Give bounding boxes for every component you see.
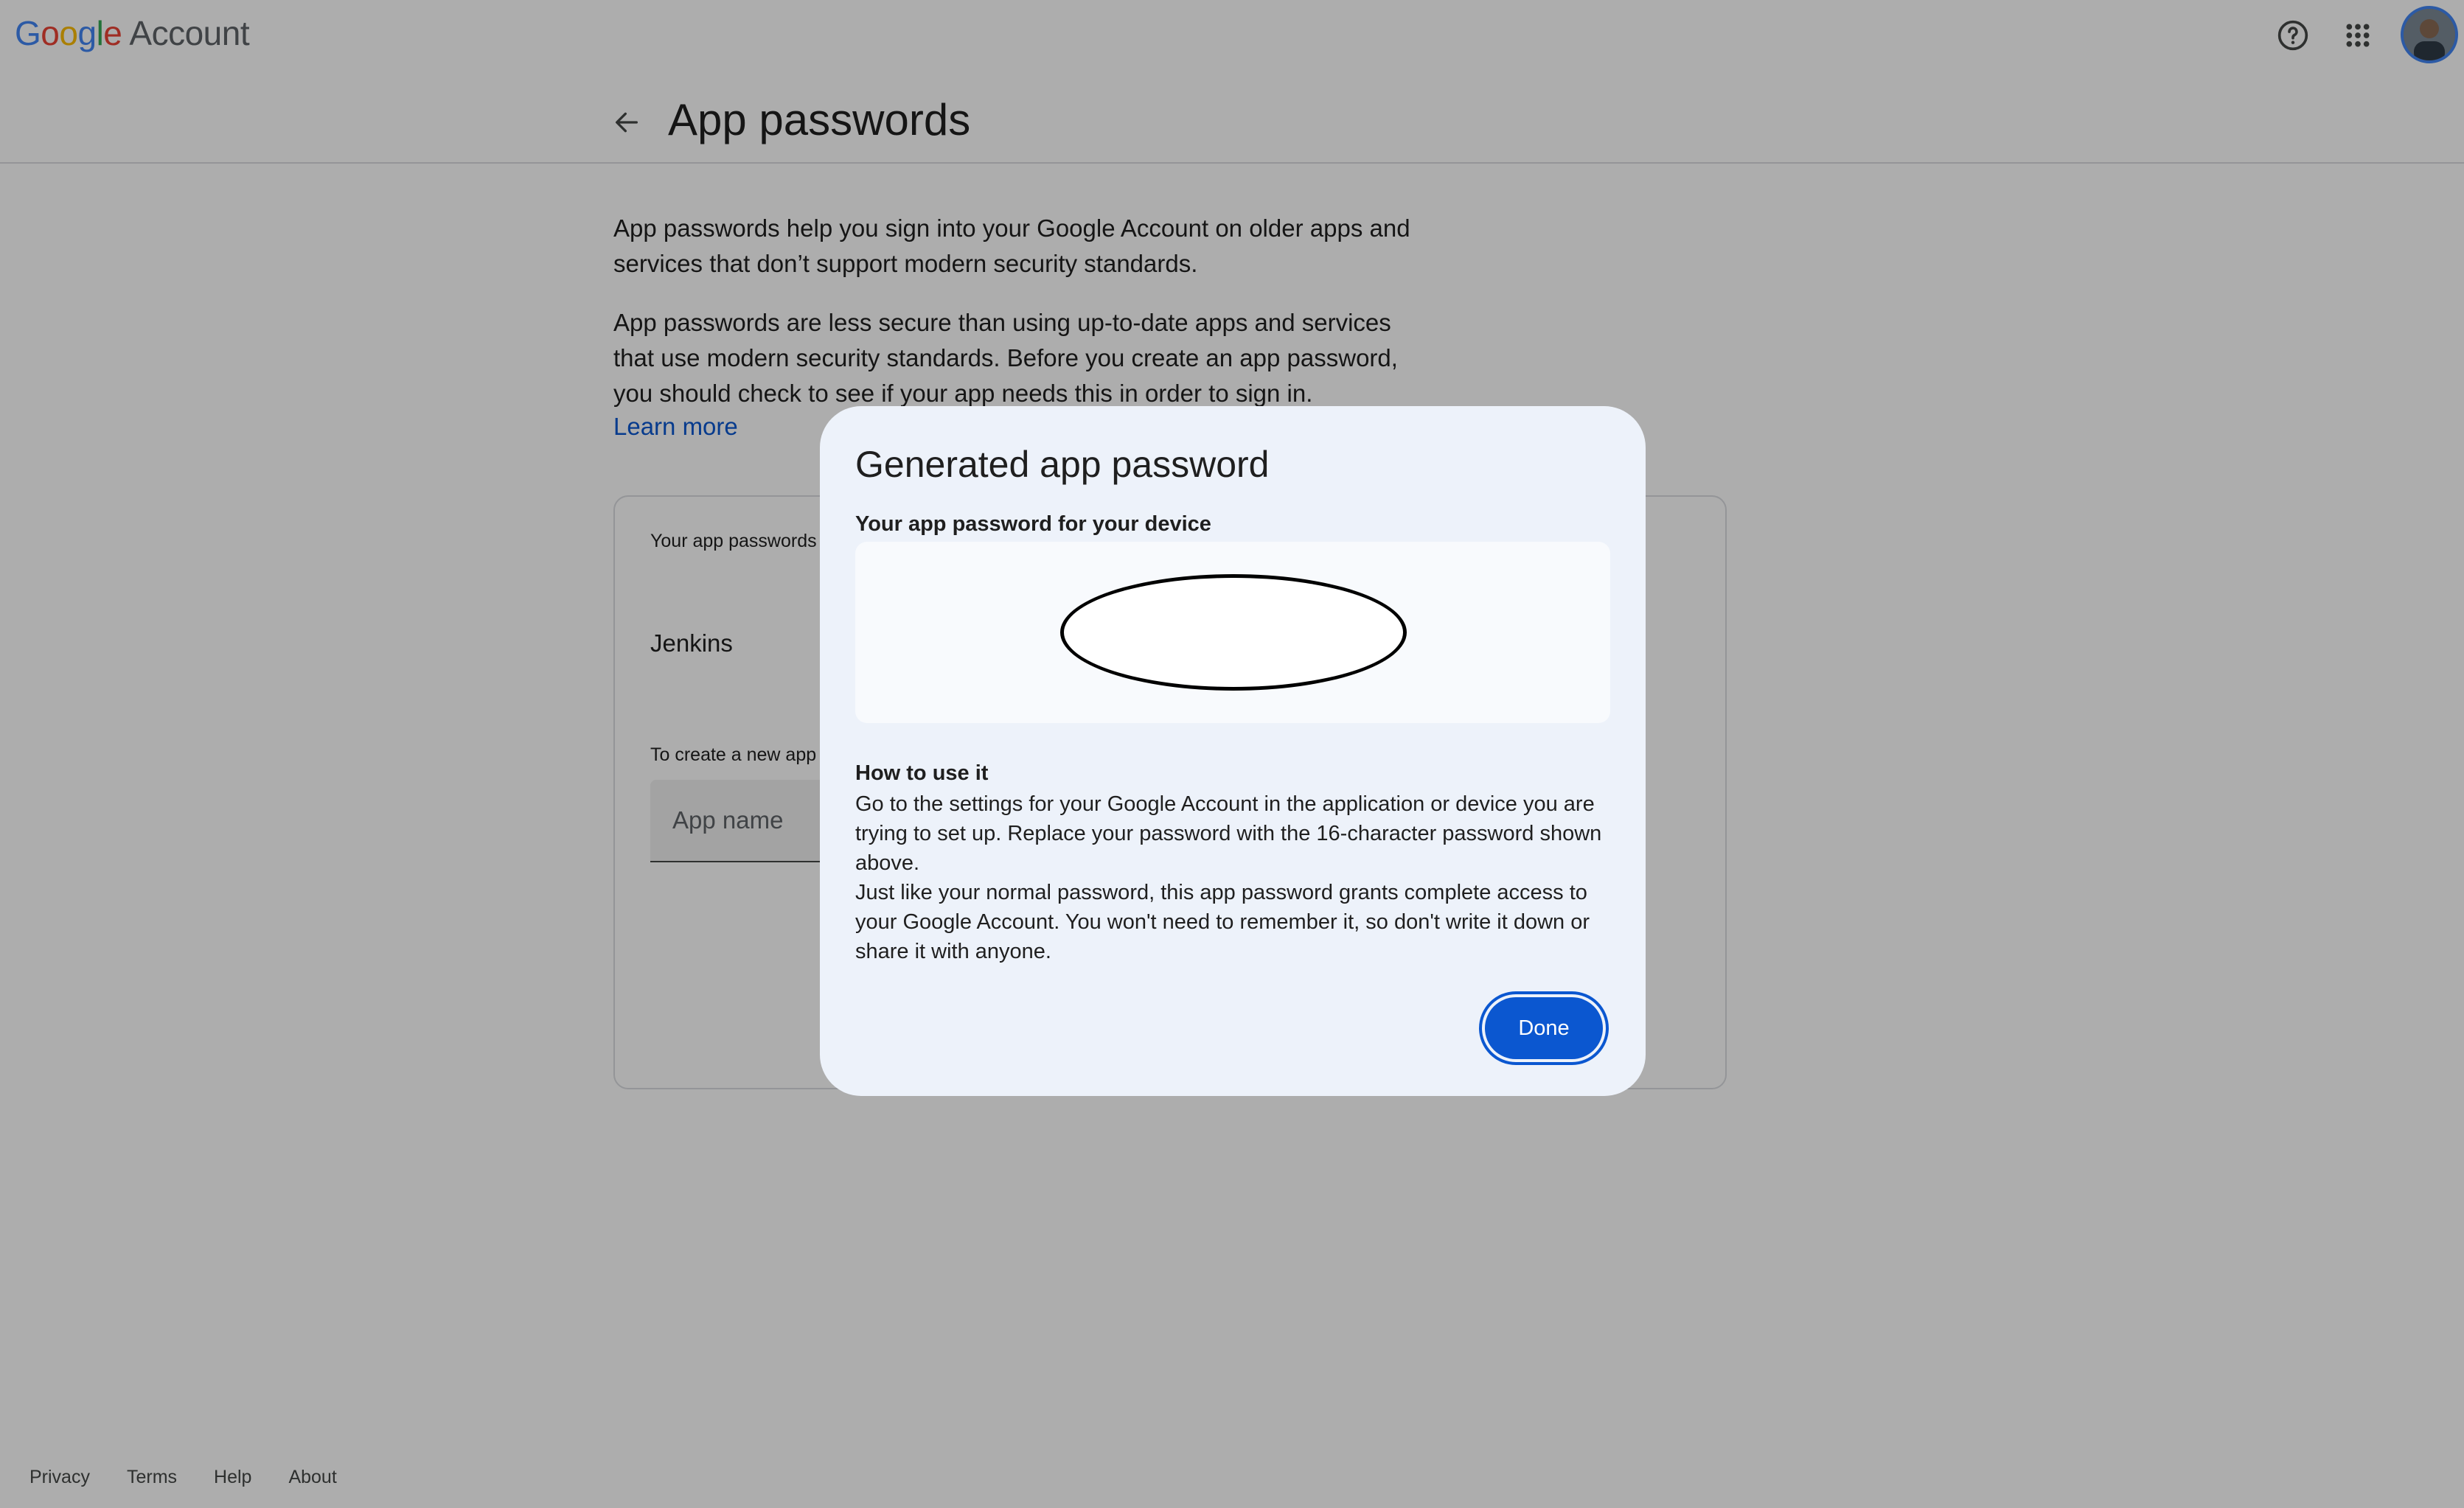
how-to-use-step: Go to the settings for your Google Accou… — [855, 792, 1602, 875]
done-button[interactable]: Done — [1485, 997, 1603, 1059]
password-display-box[interactable] — [855, 542, 1610, 723]
dialog-subtitle: Your app password for your device — [855, 512, 1211, 536]
page: Google Account App passwords App passwor… — [0, 0, 2464, 1508]
generated-password-dialog: Generated app password Your app password… — [820, 406, 1646, 1096]
password-redaction-mark — [1060, 574, 1407, 691]
dialog-title: Generated app password — [855, 444, 1270, 485]
how-to-use-text: Go to the settings for your Google Accou… — [855, 789, 1607, 966]
how-to-use-warning: Just like your normal password, this app… — [855, 881, 1590, 963]
how-to-use-heading: How to use it — [855, 761, 989, 785]
